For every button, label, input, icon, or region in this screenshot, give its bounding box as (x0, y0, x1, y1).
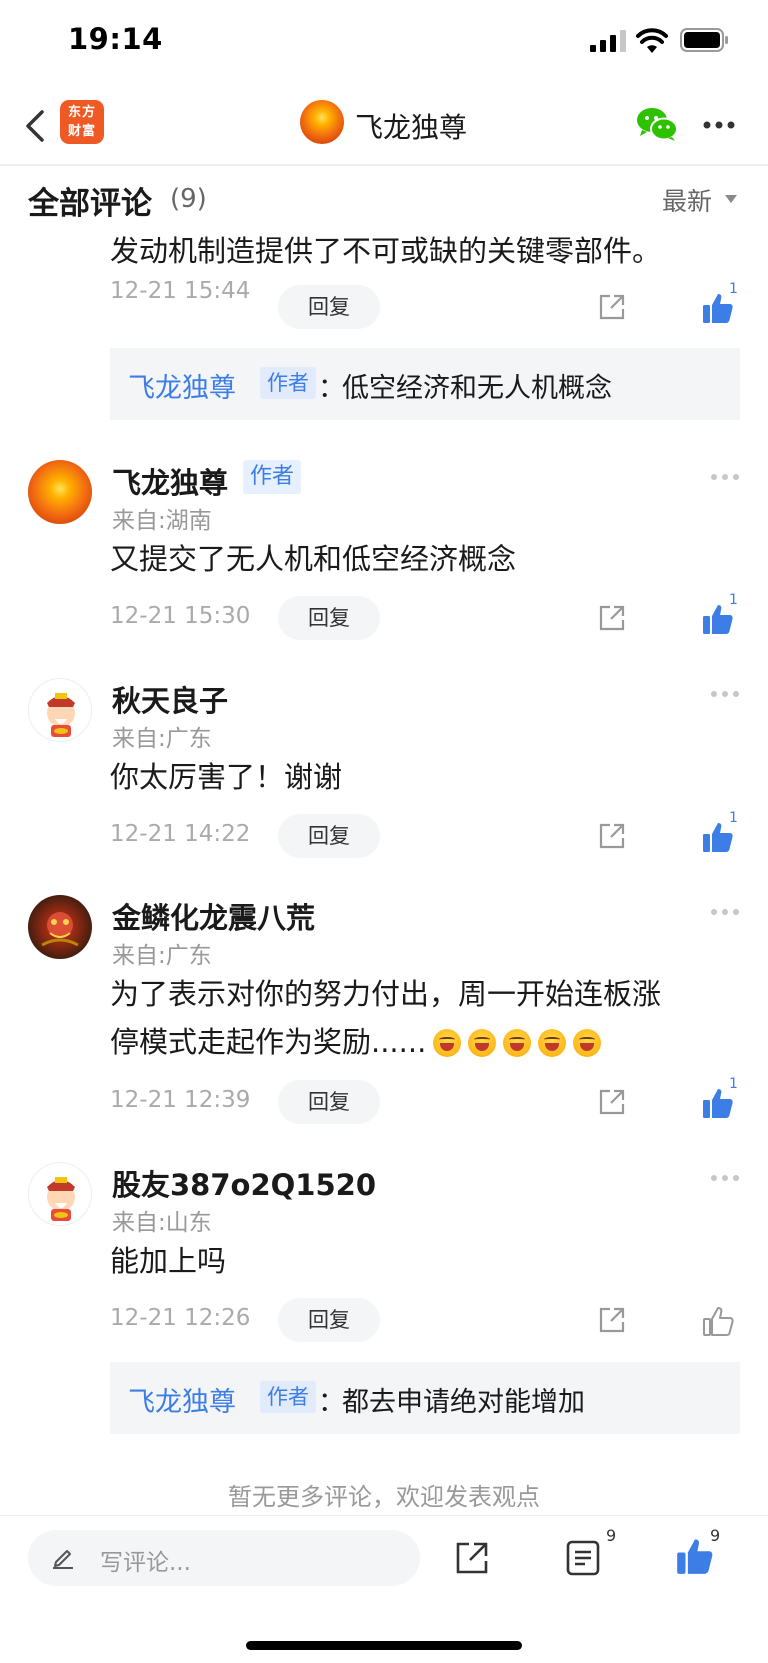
battery-icon (680, 28, 728, 52)
laughing-face-icon (433, 1029, 462, 1057)
comment-location: 来自:湖南 (112, 508, 212, 534)
app-logo-text-bottom: 财富 (67, 124, 96, 139)
avatar[interactable] (28, 895, 92, 959)
comment-content-text: 停模式走起作为奖励...... (110, 1025, 427, 1059)
comment-username[interactable]: 飞龙独尊 (112, 460, 228, 502)
avatar[interactable] (28, 460, 92, 524)
reply-button[interactable]: 回复 (278, 1298, 380, 1342)
more-icon[interactable] (710, 1174, 740, 1182)
nav-title[interactable]: 飞龙独尊 (355, 106, 467, 146)
caret-down-icon[interactable] (725, 195, 737, 203)
comment-content: 能加上吗 (110, 1244, 227, 1278)
comment-input[interactable]: 写评论... (28, 1530, 420, 1586)
laughing-face-icon (468, 1029, 497, 1057)
thumbs-up-outline-icon[interactable] (702, 1305, 734, 1337)
more-icon[interactable] (702, 120, 736, 130)
comment-username[interactable]: 股友387o2Q1520 (112, 1162, 376, 1204)
comments-header: 全部评论 (9) 最新 (0, 170, 768, 232)
comment-location: 来自:山东 (112, 1210, 212, 1236)
cartoon-avatar-icon (47, 1177, 75, 1221)
share-icon[interactable] (454, 1540, 490, 1576)
comment-time: 12-21 15:44 (110, 278, 251, 304)
status-bar: 19:14 (0, 0, 768, 84)
author-reply-box[interactable]: 飞龙独尊 作者 ： 低空经济和无人机概念 (110, 348, 740, 420)
author-tag: 作者 (260, 1381, 316, 1413)
reply-button[interactable]: 回复 (278, 814, 380, 858)
laughing-face-icon (503, 1029, 532, 1057)
share-icon[interactable] (597, 292, 627, 322)
nav-avatar[interactable] (300, 100, 344, 144)
comment-username[interactable]: 秋天良子 (112, 678, 228, 720)
comment-input-placeholder: 写评论... (100, 1550, 191, 1576)
comment-content-partial: 发动机制造提供了不可或缺的关键零部件。 (110, 234, 662, 268)
reply-button[interactable]: 回复 (278, 1080, 380, 1124)
laughing-face-icon (573, 1029, 602, 1057)
share-icon[interactable] (597, 603, 627, 633)
more-icon[interactable] (710, 908, 740, 916)
cartoon-avatar-icon (47, 693, 75, 737)
pen-icon (53, 1550, 73, 1569)
reply-button[interactable]: 回复 (278, 285, 380, 329)
bottom-bar: 写评论... 9 9 (0, 1515, 768, 1663)
comment-time: 12-21 14:22 (110, 821, 251, 847)
comment-time: 12-21 12:39 (110, 1087, 251, 1113)
wifi-icon (636, 28, 668, 53)
like-count: 1 (729, 592, 738, 608)
avatar[interactable] (28, 1162, 92, 1226)
comment-time: 12-21 15:30 (110, 603, 251, 629)
avatar[interactable] (28, 678, 92, 742)
comments-title: 全部评论 (28, 186, 152, 222)
share-icon[interactable] (597, 1087, 627, 1117)
comment-location: 来自:广东 (112, 726, 212, 752)
thumbs-up-filled-icon[interactable] (676, 1536, 714, 1576)
comment-content-line: 停模式走起作为奖励...... (110, 1018, 730, 1066)
end-of-comments-hint: 暂无更多评论，欢迎发表观点 (228, 1483, 540, 1511)
app-logo[interactable]: 东方 财富 (60, 100, 104, 144)
comments-count: (9) (170, 184, 207, 214)
comment-username[interactable]: 金鳞化龙震八荒 (112, 895, 315, 937)
comment-location: 来自:广东 (112, 943, 212, 969)
home-indicator (246, 1641, 522, 1650)
author-tag: 作者 (243, 460, 302, 494)
dragon-avatar-icon (41, 912, 79, 947)
cellular-signal-icon (590, 30, 626, 52)
reply-colon: ： (318, 1387, 345, 1418)
comment-list-icon[interactable] (566, 1540, 600, 1576)
nav-bar: 东方 财富 飞龙独尊 (0, 86, 768, 166)
reply-button[interactable]: 回复 (278, 596, 380, 640)
comment-content: 你太厉害了！谢谢 (110, 760, 343, 794)
wechat-icon[interactable] (636, 106, 678, 142)
app-logo-text-top: 东方 (67, 105, 96, 120)
share-icon[interactable] (597, 1305, 627, 1335)
more-icon[interactable] (710, 690, 740, 698)
reply-text: 都去申请绝对能增加 (342, 1387, 585, 1418)
back-chevron-icon[interactable] (22, 104, 50, 148)
author-tag: 作者 (260, 367, 316, 399)
reply-colon: ： (318, 373, 345, 404)
like-count: 9 (710, 1526, 721, 1545)
author-reply-box[interactable]: 飞龙独尊 作者 ： 都去申请绝对能增加 (110, 1362, 740, 1434)
sort-dropdown[interactable]: 最新 (662, 182, 712, 218)
comment-time: 12-21 12:26 (110, 1305, 251, 1331)
reply-username[interactable]: 飞龙独尊 (128, 1380, 236, 1419)
like-count: 1 (729, 281, 738, 297)
share-icon[interactable] (597, 821, 627, 851)
laughing-face-icon (538, 1029, 567, 1057)
comment-content: 为了表示对你的努力付出，周一开始连板涨 停模式走起作为奖励...... (110, 970, 730, 1066)
reply-text: 低空经济和无人机概念 (342, 373, 612, 404)
more-icon[interactable] (710, 473, 740, 481)
like-count: 1 (729, 810, 738, 826)
reply-username[interactable]: 飞龙独尊 (128, 366, 236, 405)
status-time: 19:14 (68, 22, 163, 56)
comment-count: 9 (606, 1526, 617, 1545)
comment-content-line: 为了表示对你的努力付出，周一开始连板涨 (110, 977, 662, 1011)
comment-content: 又提交了无人机和低空经济概念 (110, 542, 517, 576)
like-count: 1 (729, 1076, 738, 1092)
